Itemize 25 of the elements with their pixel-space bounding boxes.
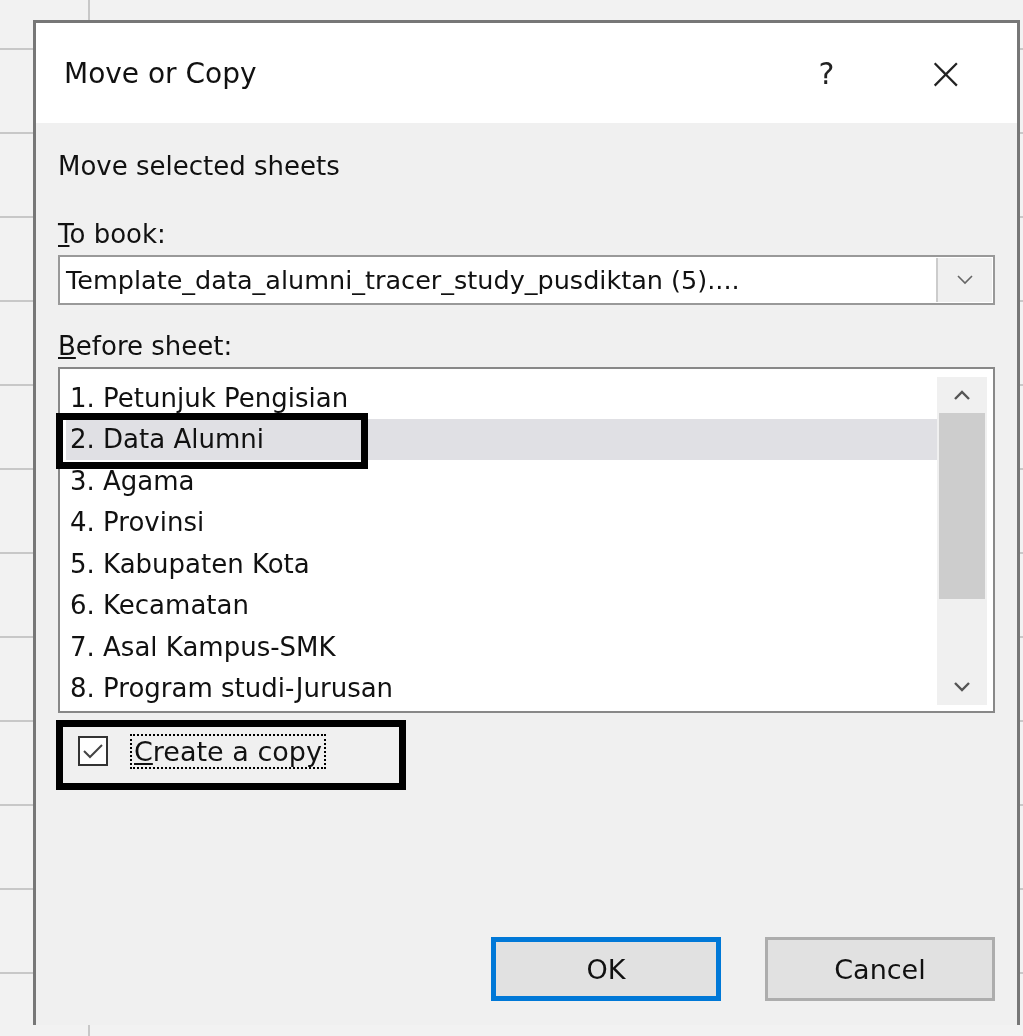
window-title: Move or Copy [64,56,258,90]
checkmark-icon [82,742,104,760]
dialog-button[interactable]: Cancel [765,937,995,1001]
checkbox-label[interactable]: Create a copy [130,733,326,769]
dialog-button[interactable]: OK [491,937,721,1001]
list-item[interactable]: 6. Kecamatan [66,584,937,626]
list-item[interactable]: 2. Data Alumni [66,418,937,460]
checkbox[interactable] [78,736,108,766]
scrollbar-thumb[interactable] [939,413,985,599]
list-item[interactable]: 7. Asal Kampus-SMK [66,626,937,668]
list-item[interactable]: 8. Program studi-Jurusan [66,667,937,709]
close-button[interactable]: × [926,50,965,96]
chevron-down-icon [957,275,973,285]
list-item[interactable]: 1. Petunjuk Pengisian [66,377,937,419]
list-item[interactable]: 4. Provinsi [66,501,937,543]
chevron-down-icon [953,681,971,693]
field-label: To book: [58,219,167,249]
field-label: Before sheet: [58,331,234,361]
section-heading: Move selected sheets [58,151,341,181]
help-button[interactable]: ? [818,55,835,91]
list-item[interactable]: 3. Agama [66,460,937,502]
scrollbar[interactable] [937,377,987,705]
chevron-up-icon [953,389,971,401]
book-dropdown[interactable]: Template_data_alumni_tracer_study_pusdiktan (5).... [58,255,995,305]
list-item[interactable]: 5. Kabupaten Kota [66,543,937,585]
